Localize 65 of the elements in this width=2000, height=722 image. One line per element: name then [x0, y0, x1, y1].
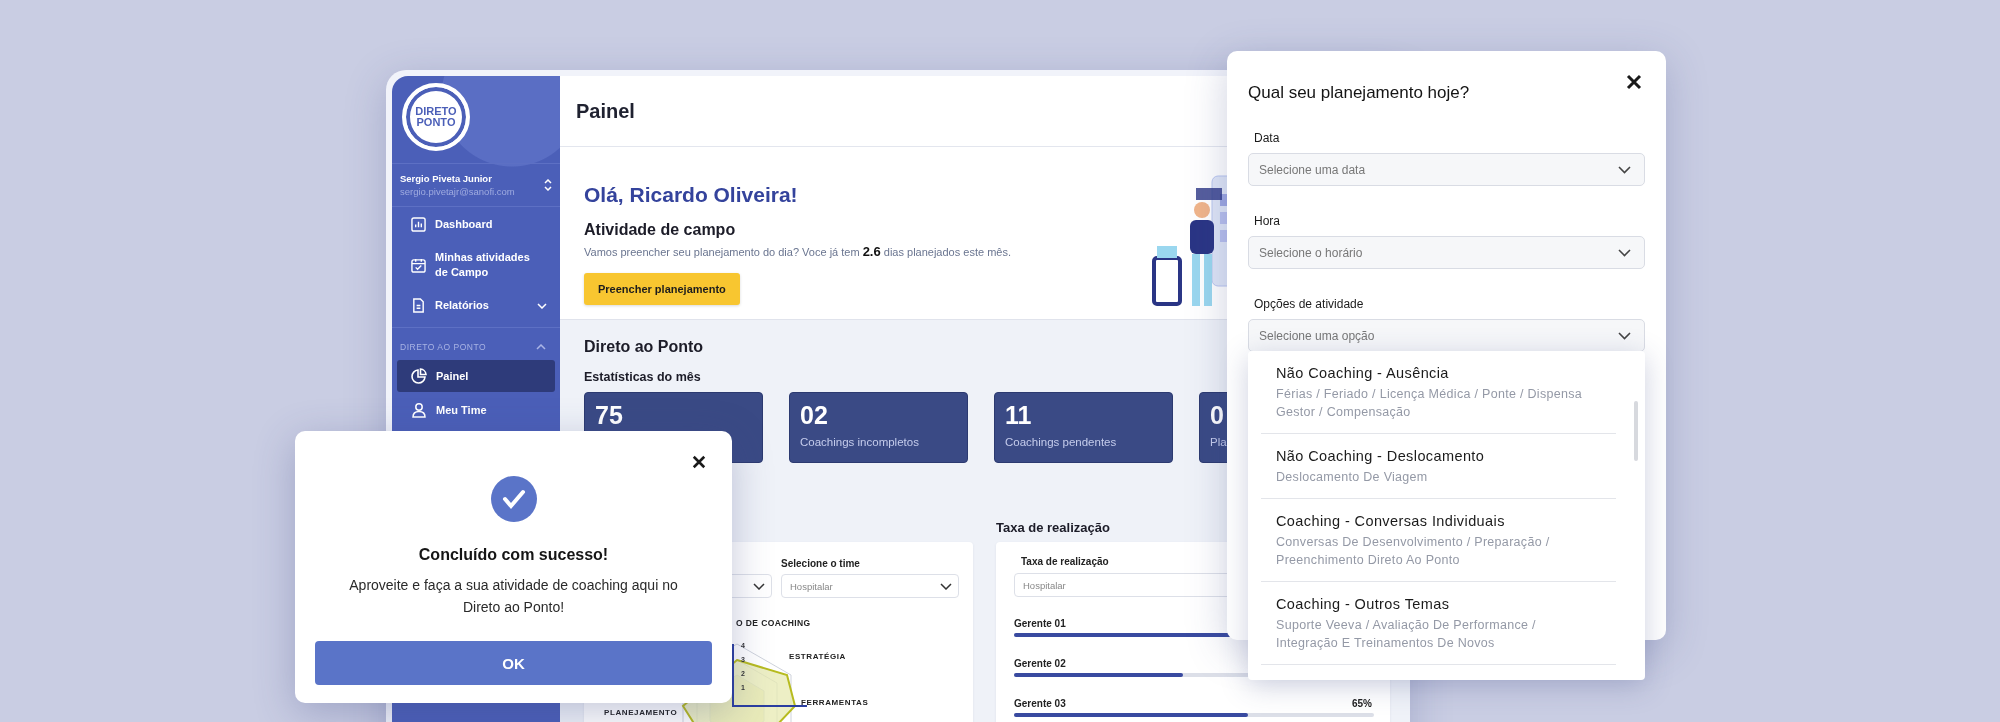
modal-title: Concluído com sucesso!	[418, 546, 609, 564]
field-label: Hora	[1254, 214, 1280, 228]
field-label: Selecione o time	[781, 558, 860, 569]
option-item[interactable]: Não Coaching - Deslocamento Deslocamento De Viagem	[1261, 434, 1616, 499]
document-icon	[411, 298, 426, 313]
field-label: Data	[1254, 131, 1280, 145]
manager-name: Gerente 03	[1014, 698, 1066, 709]
nav-item[interactable]: Minhas atividades de Campo	[397, 242, 555, 288]
greeting: Olá, Ricardo Oliveira!	[584, 183, 798, 207]
section-label: DIRETO AO PONTO	[400, 342, 487, 352]
check-circle-icon	[490, 476, 537, 522]
manager-name: Gerente 01	[1014, 618, 1066, 629]
fill-plan-button[interactable]: Preencher planejamento	[584, 273, 740, 305]
close-icon[interactable]	[1626, 74, 1642, 90]
ok-button[interactable]: OK	[315, 641, 712, 685]
section-title: Taxa de realização	[996, 520, 1110, 537]
chevron-icon	[1618, 331, 1631, 340]
logo: DIRETO PONTO	[402, 83, 470, 151]
nav-item[interactable]: Relatórios	[397, 290, 555, 321]
modal-message: Aproveite e faça a sua atividade de coaching aqui no Direto ao Ponto!	[348, 576, 679, 617]
select-field[interactable]: Selecione uma data	[1248, 153, 1645, 186]
scrollbar[interactable]	[1634, 401, 1638, 461]
stat-label: Coachings incompletos	[800, 436, 919, 448]
close-icon[interactable]	[692, 455, 706, 469]
axis-label: FERRAMENTAS	[801, 698, 869, 707]
percent-value: 65%	[1352, 698, 1372, 709]
manager-name: Gerente 02	[1014, 658, 1066, 669]
chevron-icon[interactable]	[536, 344, 546, 350]
welcome-message: Vamos preencher seu planejamento do dia? Voce já tem 2.6 dias planejados este mês.	[584, 244, 1011, 259]
section-heading: Atividade de campo	[584, 221, 736, 239]
chart-icon	[411, 217, 426, 232]
field-label: Taxa de realização	[1021, 556, 1109, 567]
option-item[interactable]: Não Coaching - Ausência Férias / Feriado / Licença Médica / Ponte / Dispensa Gestor / Compensação	[1261, 351, 1616, 434]
stat-value: 02	[800, 401, 828, 430]
team-select[interactable]: Hospitalar	[781, 574, 959, 598]
person-icon	[411, 402, 427, 418]
stat-label: Pla	[1210, 436, 1227, 448]
stat-value: 75	[595, 401, 623, 430]
chevron-icon	[1618, 165, 1631, 174]
calendar-icon	[411, 257, 426, 273]
modal-title: Qual seu planejamento hoje?	[1248, 83, 1470, 103]
nav-item[interactable]: Dashboard	[397, 209, 555, 240]
option-item[interactable]: Coaching - Outros Temas Suporte Veeva / Avaliação De Performance / Integração E Treinamentos De Novos	[1261, 582, 1616, 665]
user-name: Sergio Piveta Junior	[400, 173, 492, 184]
field-label: Opções de atividade	[1254, 297, 1364, 311]
chevron-icon	[1618, 248, 1631, 257]
updown-chevron-icon[interactable]	[544, 179, 552, 191]
stat-value: 11	[1005, 401, 1032, 430]
option-item[interactable]: Coaching - Conversas Individuais Conversas De Desenvolvimento / Preparação / Preenchimento Direto Ao Ponto	[1261, 499, 1616, 582]
pie-chart-icon	[411, 368, 427, 384]
select-field[interactable]: Selecione uma opção	[1248, 319, 1645, 352]
chevron-icon	[753, 582, 765, 590]
section-title: Direto ao Ponto	[584, 338, 704, 356]
chevron-icon	[940, 582, 952, 590]
stats-title: Estatísticas do mês	[584, 370, 701, 384]
stat-value: 0	[1210, 401, 1224, 430]
axis-label: ESTRATÉGIA	[789, 652, 846, 661]
chart-title: O DE COACHING	[736, 618, 811, 628]
page-title: Painel	[576, 99, 635, 123]
user-email: sergio.pivetajr@sanofi.com	[400, 186, 515, 197]
nav-item[interactable]: Meu Time	[397, 394, 555, 426]
select-field[interactable]: Selecione o horário	[1248, 236, 1645, 269]
nav-item[interactable]: Painel	[397, 360, 555, 392]
axis-label: PLANEJAMENTO	[604, 708, 678, 717]
stat-label: Coachings pendentes	[1005, 436, 1117, 448]
